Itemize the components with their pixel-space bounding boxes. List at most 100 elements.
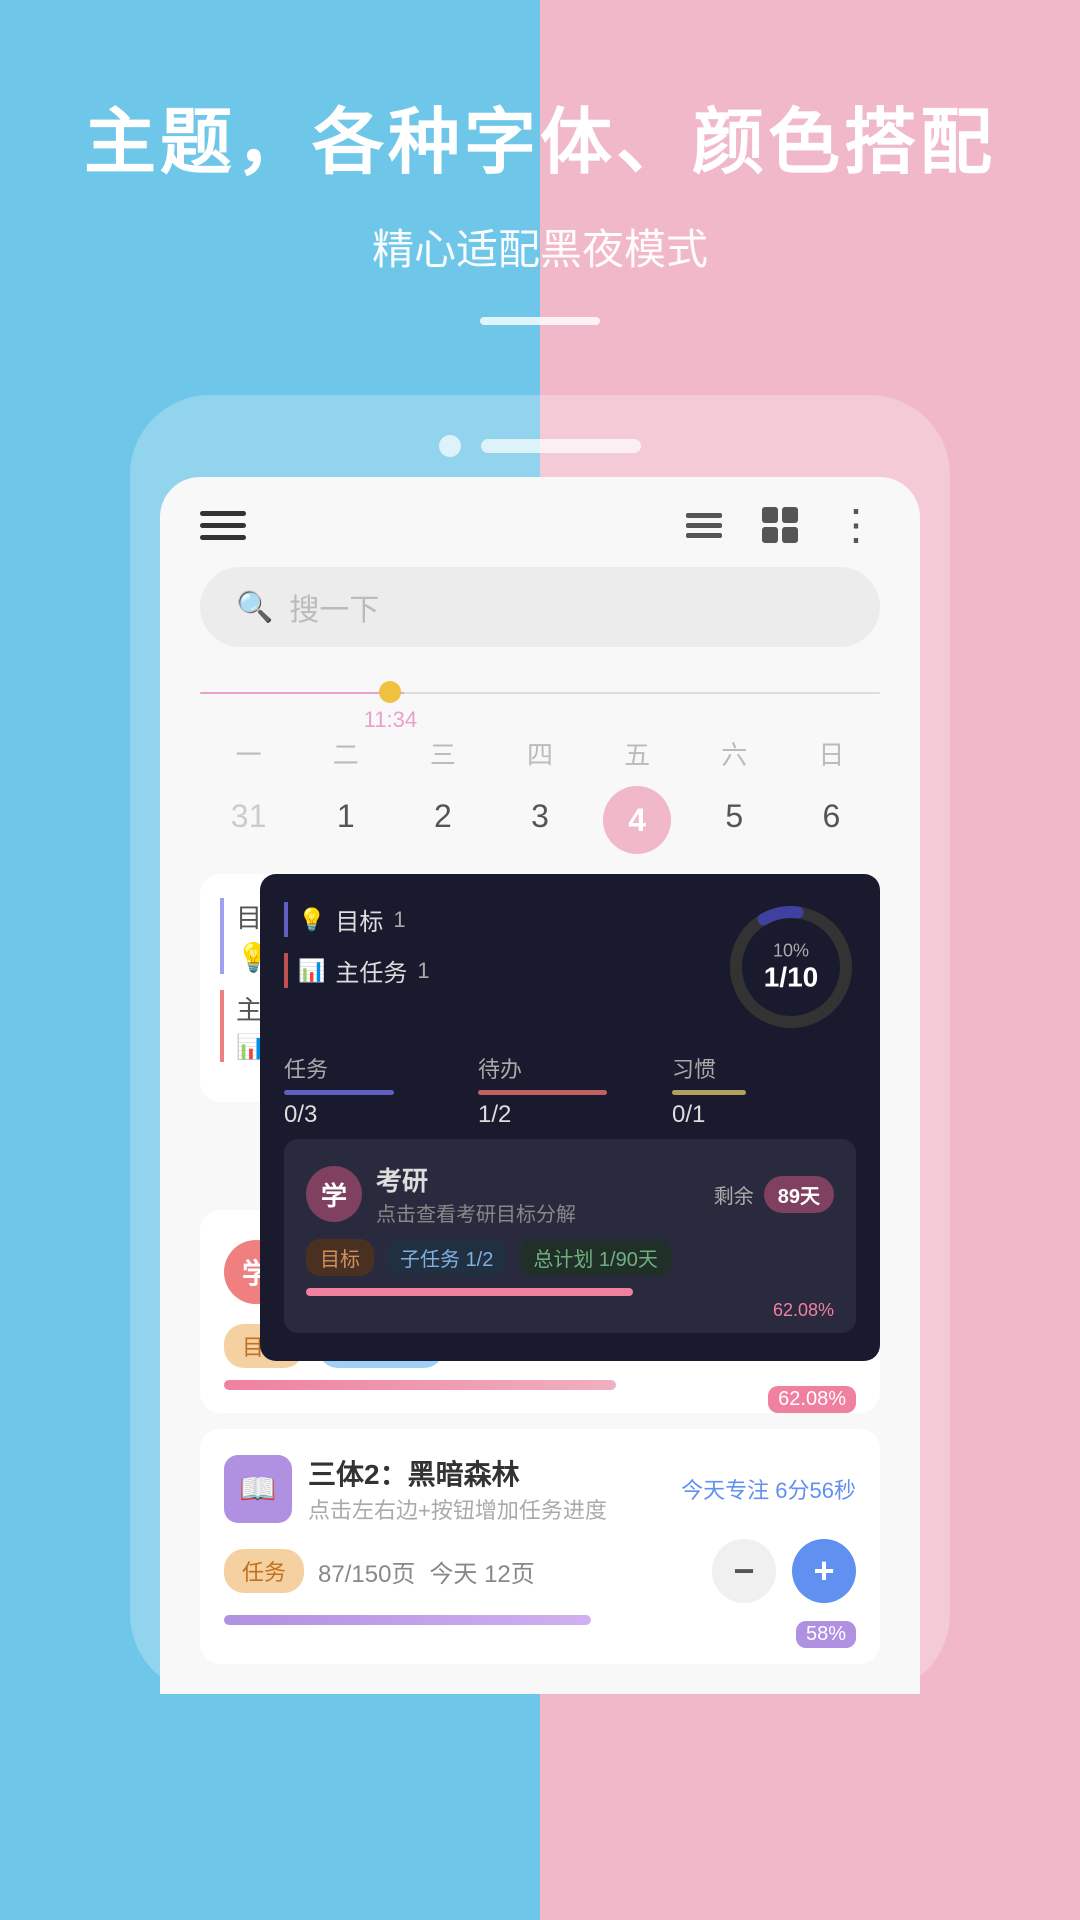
circle-val: 1/10 bbox=[764, 962, 819, 994]
dark-remaining-label: 剩余 bbox=[714, 1180, 754, 1209]
calendar-dates: 31 1 2 3 4 5 6 bbox=[200, 786, 880, 854]
dark-goal-item: 💡 目标 1 bbox=[284, 902, 430, 937]
dark-todo-item: 待办 1/2 bbox=[478, 1052, 662, 1129]
dark-todo-val: 1/2 bbox=[478, 1101, 662, 1129]
dark-kaoyan-pct: 62.08% bbox=[306, 1300, 834, 1321]
book-today-pages: 今天 12页 bbox=[429, 1554, 534, 1589]
header-section: 主题，各种字体、颜色搭配 精心适配黑夜模式 bbox=[84, 0, 996, 365]
book-tag-task: 任务 bbox=[224, 1549, 304, 1593]
dark-todo-bar bbox=[478, 1090, 607, 1095]
dark-goal-val: 1 bbox=[393, 907, 405, 933]
dark-stat-left: 💡 目标 1 📊 主任务 1 bbox=[284, 902, 430, 988]
calendar-weekdays: 一 二 三 四 五 六 日 bbox=[200, 735, 880, 772]
search-bar[interactable]: 🔍 搜一下 bbox=[200, 567, 880, 647]
book-focus: 今天专注 6分56秒 bbox=[681, 1473, 856, 1505]
dark-bottom-stats: 任务 0/3 待办 1/2 习惯 0/1 bbox=[284, 1052, 856, 1129]
dark-main-task-val: 1 bbox=[417, 958, 429, 984]
dark-kaoyan-header: 学 考研 点击查看考研目标分解 剩余 89天 bbox=[306, 1161, 834, 1227]
dark-tag-plan: 总计划 1/90天 bbox=[519, 1239, 671, 1276]
toolbar-right: ⋮ bbox=[680, 507, 880, 543]
weekday-wed: 三 bbox=[394, 735, 491, 772]
timeline-line bbox=[200, 692, 880, 694]
phone-speaker bbox=[481, 439, 641, 453]
book-minus-button[interactable]: − bbox=[712, 1539, 776, 1603]
cal-date-4-today[interactable]: 4 bbox=[603, 786, 671, 854]
dark-habit-label: 习惯 bbox=[672, 1052, 856, 1084]
book-pct-label: 58% bbox=[796, 1621, 856, 1648]
app-card: ⋮ 🔍 搜一下 11:34 一 二 三 四 五 bbox=[160, 477, 920, 1694]
weekday-thu: 四 bbox=[491, 735, 588, 772]
dark-stat-row: 💡 目标 1 📊 主任务 1 bbox=[284, 902, 856, 1032]
cal-date-6[interactable]: 6 bbox=[783, 786, 880, 854]
dark-task-val: 0/3 bbox=[284, 1101, 468, 1129]
cal-date-2[interactable]: 2 bbox=[394, 786, 491, 854]
circle-progress: 10% 1/10 bbox=[726, 902, 856, 1032]
dark-kaoyan-bar bbox=[306, 1288, 633, 1296]
book-progress-bar bbox=[224, 1615, 591, 1625]
header-title: 主题，各种字体、颜色搭配 bbox=[84, 100, 996, 186]
book-avatar: 📖 bbox=[224, 1455, 292, 1523]
weekday-tue: 二 bbox=[297, 735, 394, 772]
book-header: 📖 三体2：黑暗森林 点击左右边+按钮增加任务进度 今天专注 6分56秒 bbox=[224, 1453, 856, 1525]
book-desc: 点击左右边+按钮增加任务进度 bbox=[308, 1493, 607, 1525]
hamburger-line-3 bbox=[200, 535, 246, 540]
dark-remaining-badge: 89天 bbox=[764, 1176, 834, 1213]
phone-top-bar bbox=[160, 435, 920, 457]
weekday-sat: 六 bbox=[686, 735, 783, 772]
dark-habit-bar bbox=[672, 1090, 746, 1095]
list-view-button[interactable] bbox=[680, 507, 728, 543]
dark-tag-subtask: 子任务 1/2 bbox=[386, 1239, 507, 1276]
timeline-dot bbox=[379, 681, 401, 703]
kaoyan-light-pct: 62.08% bbox=[768, 1386, 856, 1413]
timeline-time: 11:34 bbox=[364, 707, 417, 733]
dark-kaoyan-tags: 目标 子任务 1/2 总计划 1/90天 bbox=[306, 1239, 834, 1276]
dark-kaoyan-info: 考研 点击查看考研目标分解 bbox=[376, 1161, 576, 1227]
weekday-sun: 日 bbox=[783, 735, 880, 772]
book-progress-area: 58% bbox=[224, 1615, 856, 1648]
dark-kaoyan-avatar: 学 bbox=[306, 1166, 362, 1222]
dark-todo-label: 待办 bbox=[478, 1052, 662, 1084]
dark-kaoyan-desc: 点击查看考研目标分解 bbox=[376, 1198, 576, 1227]
book-counter-btns: − + bbox=[712, 1539, 856, 1603]
toolbar-row: ⋮ bbox=[200, 507, 880, 543]
dark-habit-item: 习惯 0/1 bbox=[672, 1052, 856, 1129]
book-card-bottom-spacer bbox=[224, 1648, 856, 1664]
dark-goal-icon: 💡 bbox=[298, 907, 325, 933]
dark-tag-goal: 目标 bbox=[306, 1239, 374, 1276]
cal-date-5[interactable]: 5 bbox=[686, 786, 783, 854]
book-left: 📖 三体2：黑暗森林 点击左右边+按钮增加任务进度 bbox=[224, 1453, 607, 1525]
dark-kaoyan-left: 学 考研 点击查看考研目标分解 bbox=[306, 1161, 576, 1227]
dark-kaoyan-card[interactable]: 学 考研 点击查看考研目标分解 剩余 89天 bbox=[284, 1139, 856, 1333]
phone-mockup: ⋮ 🔍 搜一下 11:34 一 二 三 四 五 bbox=[130, 395, 950, 1694]
dark-habit-val: 0/1 bbox=[672, 1101, 856, 1129]
hamburger-line-1 bbox=[200, 511, 246, 516]
dark-task-item: 任务 0/3 bbox=[284, 1052, 468, 1129]
cal-date-31[interactable]: 31 bbox=[200, 786, 297, 854]
dark-task-label: 任务 bbox=[284, 1052, 468, 1084]
kaoyan-progress-area: 62.08% bbox=[224, 1380, 856, 1413]
weekday-mon: 一 bbox=[200, 735, 297, 772]
book-card[interactable]: 📖 三体2：黑暗森林 点击左右边+按钮增加任务进度 今天专注 6分56秒 任务 … bbox=[200, 1429, 880, 1664]
book-pages: 87/150页 bbox=[318, 1554, 415, 1589]
kaoyan-light-bar bbox=[224, 1380, 616, 1390]
circle-progress-text: 10% 1/10 bbox=[764, 941, 819, 994]
grid-view-button[interactable] bbox=[756, 507, 804, 543]
book-tags-row: 任务 87/150页 今天 12页 − + bbox=[224, 1539, 856, 1603]
cal-date-1[interactable]: 1 bbox=[297, 786, 394, 854]
header-divider bbox=[480, 317, 600, 325]
book-plus-button[interactable]: + bbox=[792, 1539, 856, 1603]
more-options-button[interactable]: ⋮ bbox=[832, 507, 880, 543]
dark-goal-label: 目标 bbox=[335, 902, 383, 937]
search-placeholder: 搜一下 bbox=[289, 585, 379, 629]
search-icon: 🔍 bbox=[236, 590, 273, 625]
weekday-fri: 五 bbox=[589, 735, 686, 772]
phone-camera bbox=[439, 435, 461, 457]
circle-pct: 10% bbox=[764, 941, 819, 962]
cal-date-3[interactable]: 3 bbox=[491, 786, 588, 854]
dark-kaoyan-right: 剩余 89天 bbox=[714, 1176, 834, 1213]
dark-main-task-item: 📊 主任务 1 bbox=[284, 953, 430, 988]
hamburger-menu-button[interactable] bbox=[200, 511, 246, 540]
dark-stats-panel: 💡 目标 1 📊 主任务 1 bbox=[260, 874, 880, 1361]
dark-main-task-label: 主任务 bbox=[335, 953, 407, 988]
book-info: 三体2：黑暗森林 点击左右边+按钮增加任务进度 bbox=[308, 1453, 607, 1525]
